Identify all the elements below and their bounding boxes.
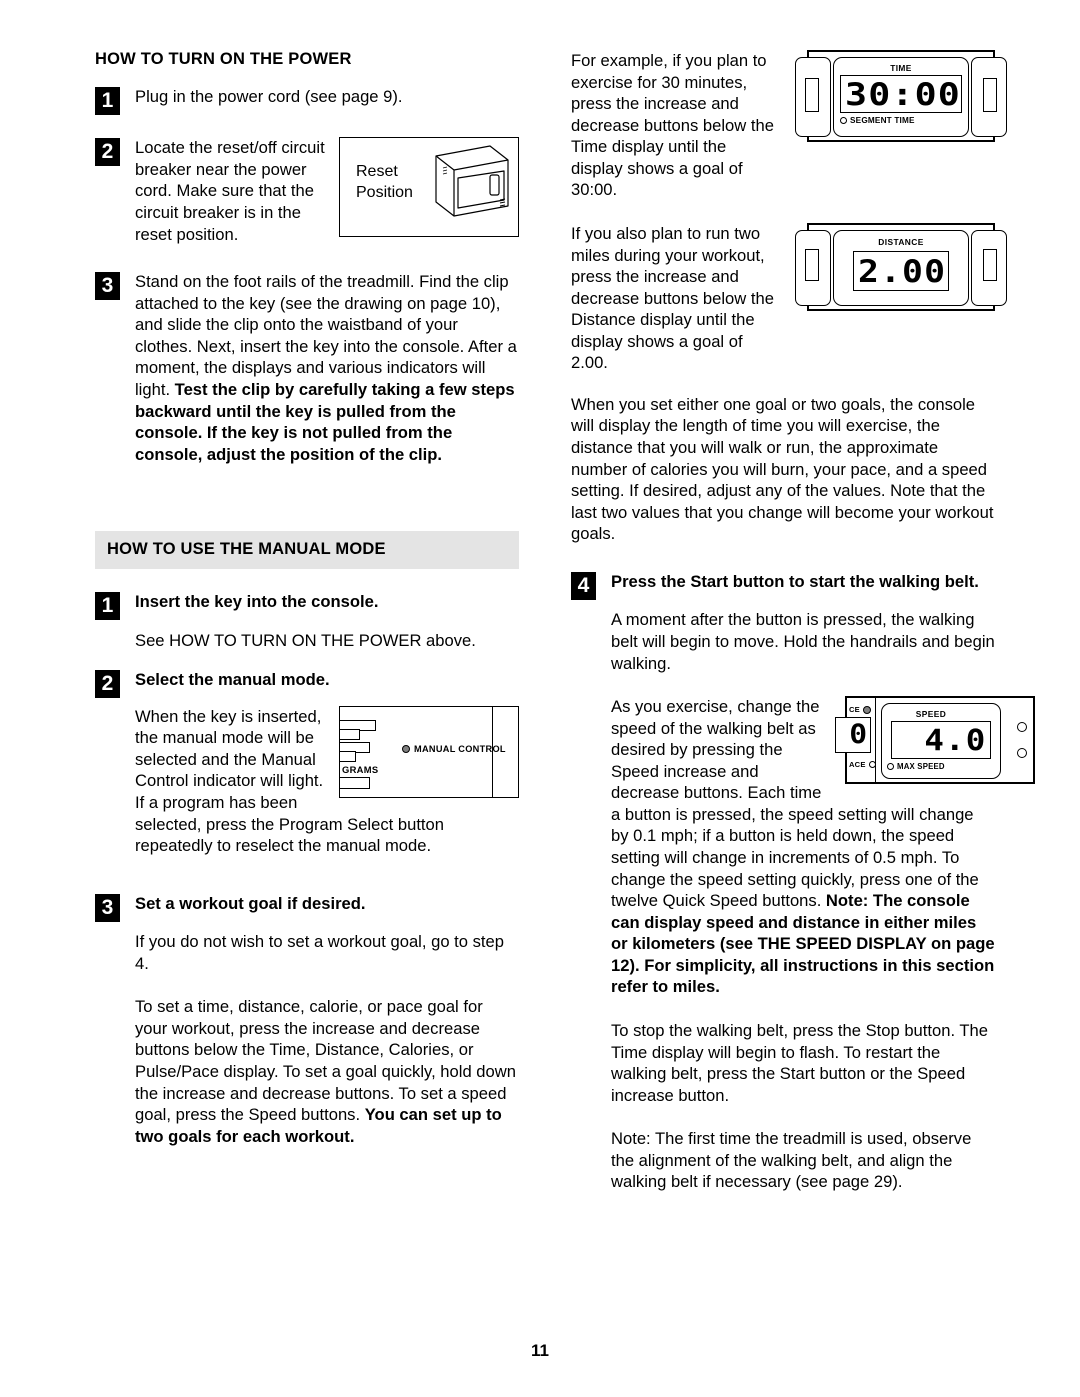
time-display-value: 30:00: [845, 77, 962, 113]
step-number-badge: 3: [95, 272, 120, 301]
circuit-breaker-illustration: [435, 145, 509, 217]
document-page: HOW TO TURN ON THE POWER 1 Plug in the p…: [0, 0, 1080, 1397]
indicator-dot-icon: [402, 744, 410, 753]
step-number-badge: 4: [571, 571, 596, 600]
reset-position-figure: Reset Position: [339, 137, 519, 238]
step-body: Insert the key into the console. See HOW…: [95, 591, 519, 651]
step-body: Press the Start button to start the walk…: [571, 571, 1035, 1193]
step-3-text-bold: Test the clip by carefully taking a few …: [135, 379, 515, 464]
manual-step-3-text-2: To set a time, distance, calorie, or pac…: [135, 996, 519, 1147]
reset-figure-label: Reset Position: [356, 162, 413, 203]
step-1-plug-in-power: 1 Plug in the power cord (see page 9).: [95, 86, 519, 115]
page-number: 11: [531, 1341, 549, 1360]
speed-display-figure: CE 0 ACE SPEED 4.0 MAX SPEED: [835, 696, 1035, 785]
two-column-layout: HOW TO TURN ON THE POWER 1 Plug in the p…: [95, 50, 1035, 1202]
step-4-para-d: Note: The first time the treadmill is us…: [611, 1129, 972, 1192]
step-number-badge: 1: [95, 592, 120, 621]
programs-label-partial: GRAMS: [342, 763, 379, 775]
speed-increase-button[interactable]: [1017, 722, 1027, 733]
step-1-text: Plug in the power cord (see page 9).: [135, 86, 403, 106]
segment-time-dot-icon: [840, 117, 847, 124]
step-number-badge: 3: [95, 893, 120, 922]
step-4-para-a: A moment after the button is pressed, th…: [611, 610, 995, 673]
pace-partial-bottom-indicator: ACE: [849, 760, 876, 769]
step-4-para-c: To stop the walking belt, press the Stop…: [611, 1020, 988, 1105]
manual-step-2-select-manual-mode: 2 Select the manual mode. MANUAL CONTROL…: [95, 669, 519, 857]
segment-time-indicator: SEGMENT TIME: [840, 116, 915, 125]
right-para-3: When you set either one goal or two goal…: [571, 394, 994, 544]
manual-control-label: MANUAL CONTROL: [414, 743, 506, 754]
step-number-badge: 2: [95, 670, 120, 699]
manual-step-1-insert-key: 1 Insert the key into the console. See H…: [95, 591, 519, 651]
step-3-text: Stand on the foot rails of the treadmill…: [135, 271, 519, 465]
step-body: Stand on the foot rails of the treadmill…: [95, 271, 519, 465]
left-column: HOW TO TURN ON THE POWER 1 Plug in the p…: [95, 50, 519, 1156]
manual-control-indicator: MANUAL CONTROL: [402, 744, 506, 754]
max-speed-indicator: MAX SPEED: [887, 762, 945, 771]
manual-step-1-title: Insert the key into the console.: [135, 592, 379, 612]
max-speed-label: MAX SPEED: [897, 762, 945, 772]
max-speed-dot-icon: [887, 763, 894, 771]
step-2-text: Locate the reset/off circuit breaker nea…: [135, 138, 325, 244]
right-column: TIME 30:00 SEGMENT TIME For example, if …: [571, 50, 1035, 1202]
step-body: Reset Position Locate the reset/off circ…: [95, 137, 519, 245]
step-3-foot-rails-clip: 3 Stand on the foot rails of the treadmi…: [95, 271, 519, 465]
manual-control-figure: MANUAL CONTROL GRAMS: [339, 705, 519, 798]
left-label-bottom: ACE: [849, 760, 866, 770]
heading-how-to-turn-on-the-power: HOW TO TURN ON THE POWER: [95, 50, 352, 68]
step-body: Select the manual mode. MANUAL CONTROL G…: [95, 669, 519, 857]
manual-step-2-title: Select the manual mode.: [135, 670, 330, 690]
distance-display-figure: DISTANCE 2.00: [795, 222, 1007, 311]
distance-display-value: 2.00: [858, 253, 947, 290]
right-para-2: If you also plan to run two miles during…: [571, 223, 774, 373]
manual-step-1-text: See HOW TO TURN ON THE POWER above.: [135, 630, 476, 650]
step-4-title: Press the Start button to start the walk…: [611, 571, 979, 591]
time-display-figure: TIME 30:00 SEGMENT TIME: [795, 50, 1007, 142]
manual-step-2-text-part1: When the key is inserted, the manual mod…: [135, 706, 324, 812]
speed-display-value: 4.0: [923, 723, 986, 758]
distance-figure-title: DISTANCE: [878, 236, 924, 247]
manual-step-3-set-workout-goal: 3 Set a workout goal if desired. If you …: [95, 893, 519, 1148]
step-number-badge: 2: [95, 138, 120, 167]
step-body: Set a workout goal if desired. If you do…: [95, 893, 519, 1148]
manual-step-2-text-part2: selected, press the Program Select butto…: [135, 814, 444, 856]
segment-time-label: SEGMENT TIME: [850, 116, 915, 125]
reset-label-line2: Position: [356, 183, 413, 201]
step-2-circuit-breaker: 2 Reset Position Locate the reset/off ci…: [95, 137, 519, 245]
step-4-press-start-button: 4 Press the Start button to start the wa…: [571, 571, 1035, 1193]
manual-step-3-text-1: If you do not wish to set a workout goal…: [135, 932, 504, 973]
manual-step-3-title: Set a workout goal if desired.: [135, 893, 366, 913]
heading-how-to-use-the-manual-mode: HOW TO USE THE MANUAL MODE: [95, 531, 519, 570]
time-figure-title: TIME: [890, 63, 912, 73]
left-label-top: CE: [849, 705, 860, 715]
speed-decrease-button[interactable]: [1017, 748, 1027, 759]
step-number-badge: 1: [95, 86, 120, 115]
speed-figure-title: SPEED: [915, 709, 947, 720]
left-display-value: 0: [849, 719, 868, 751]
right-para-1: For example, if you plan to exercise for…: [571, 51, 774, 200]
reset-label-line1: Reset: [356, 163, 398, 181]
step-body: Plug in the power cord (see page 9).: [95, 86, 519, 108]
